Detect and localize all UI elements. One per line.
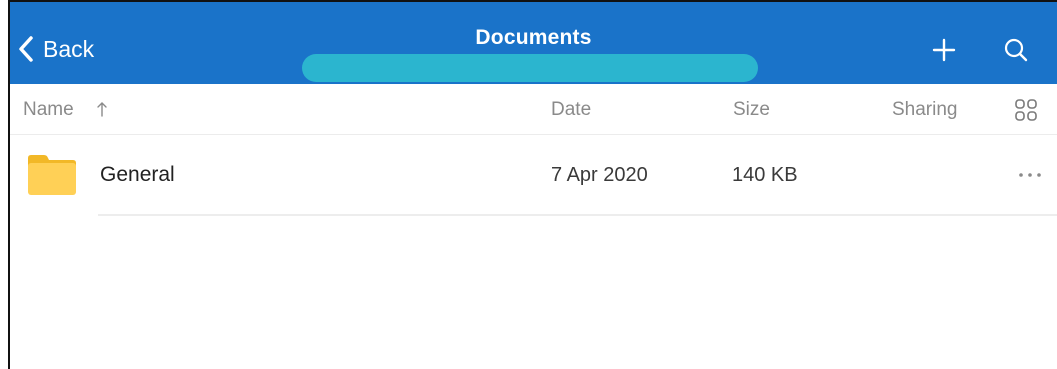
app-window: Back Documents Name Date Size Sharing Ge…	[8, 0, 1057, 369]
page-title: Documents	[475, 26, 592, 49]
column-date[interactable]: Date	[551, 99, 591, 121]
redaction-mark	[302, 54, 758, 82]
column-sharing[interactable]: Sharing	[892, 99, 958, 121]
grid-view-icon[interactable]	[1013, 97, 1039, 123]
arrow-up-icon[interactable]	[96, 100, 108, 118]
column-header-row: Name Date Size Sharing	[10, 84, 1057, 135]
plus-icon	[932, 38, 956, 62]
search-icon	[1004, 38, 1028, 62]
list-item[interactable]: General 7 Apr 2020 140 KB	[10, 135, 1057, 217]
column-size[interactable]: Size	[733, 99, 770, 121]
search-button[interactable]	[996, 28, 1036, 72]
file-name: General	[100, 163, 175, 186]
add-button[interactable]	[924, 28, 964, 72]
folder-icon	[28, 155, 76, 195]
file-date: 7 Apr 2020	[551, 164, 648, 186]
file-size: 140 KB	[732, 164, 798, 186]
top-bar: Back Documents	[10, 2, 1057, 84]
more-horizontal-icon[interactable]	[1017, 169, 1043, 181]
row-divider	[98, 214, 1057, 216]
column-name[interactable]: Name	[23, 99, 74, 121]
